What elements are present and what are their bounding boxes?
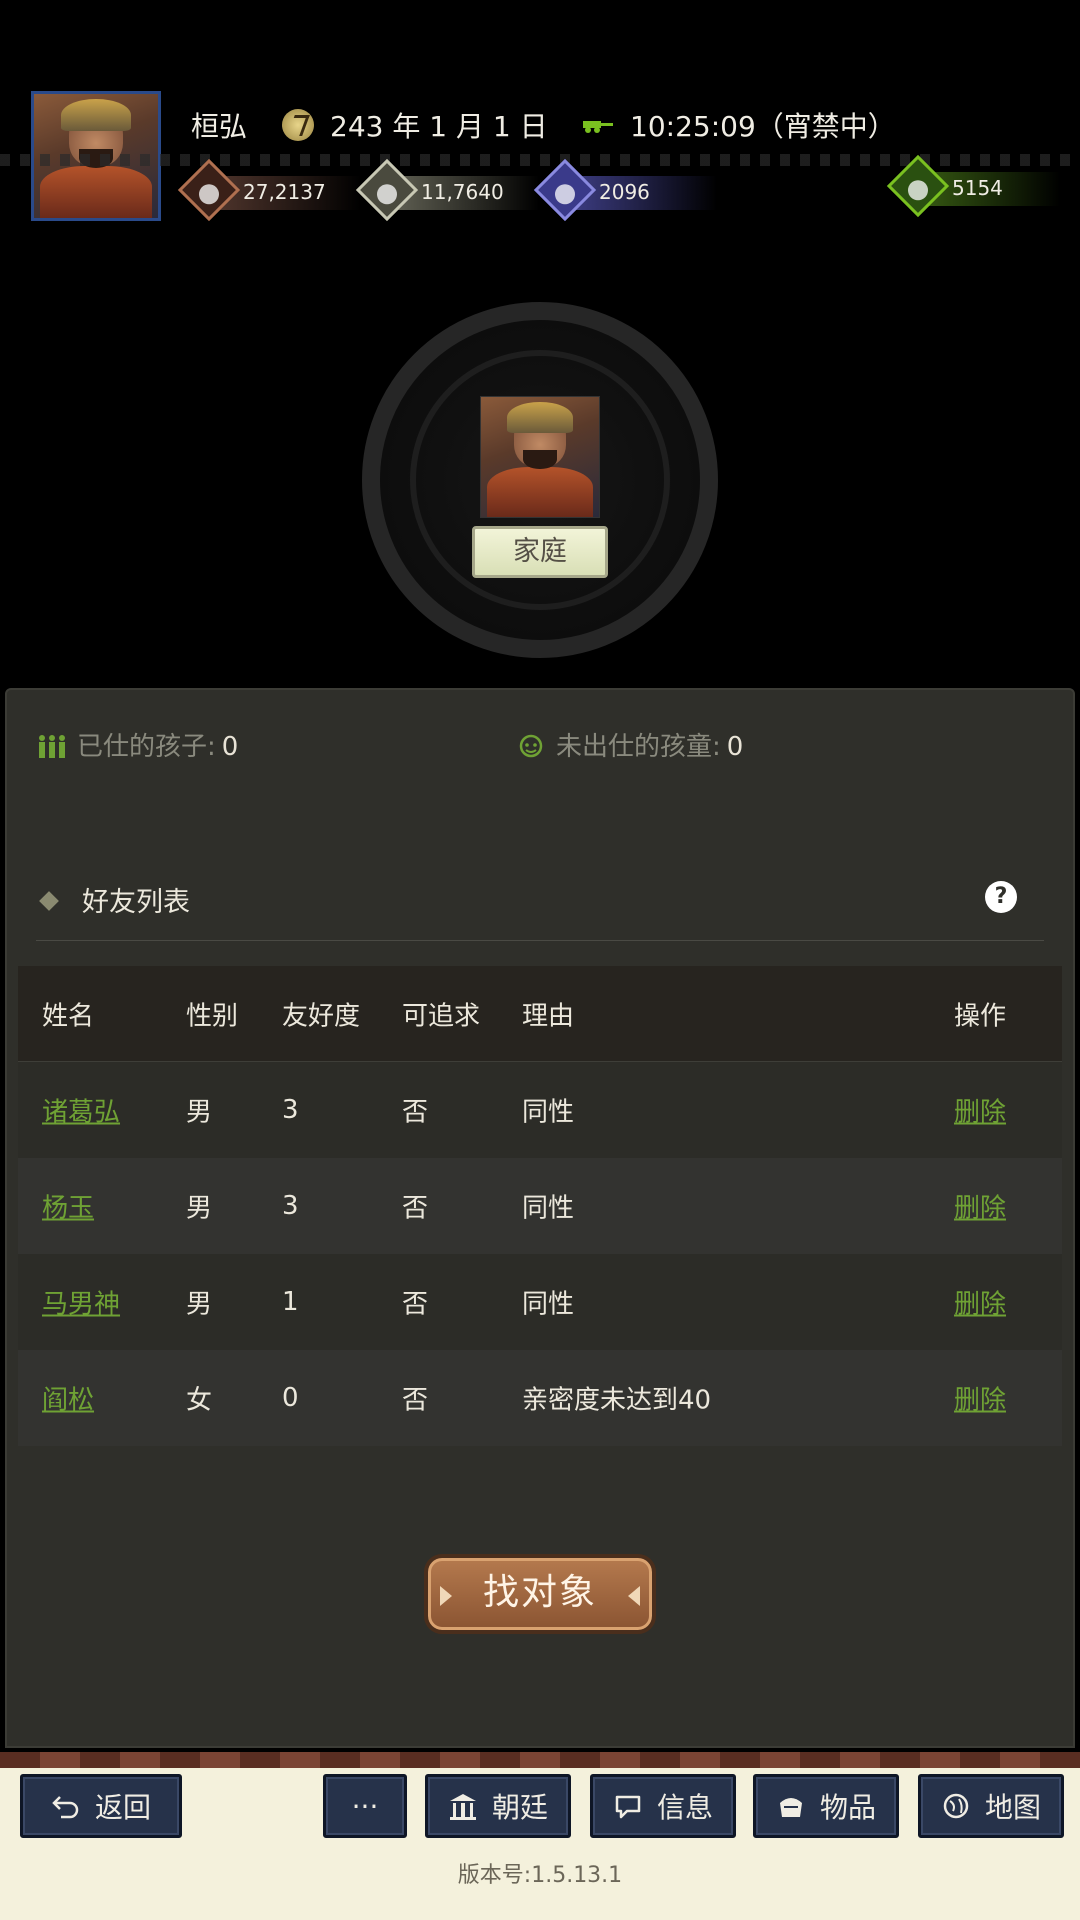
friend-sex: 女 xyxy=(186,1385,213,1416)
people-icon xyxy=(39,735,65,758)
find-partner-label: 找对象 xyxy=(482,1572,597,1613)
friend-favor: 1 xyxy=(282,1287,299,1317)
employed-children-label: 已仕的孩子: xyxy=(77,732,216,762)
chevron-right-icon xyxy=(440,1586,452,1606)
friend-pursue: 否 xyxy=(402,1193,429,1224)
friends-section-title: 好友列表 xyxy=(39,880,190,919)
back-arrow-icon xyxy=(52,1796,79,1819)
col-sex: 性别 xyxy=(186,1001,239,1031)
portrait-body xyxy=(486,466,594,517)
col-action: 操作 xyxy=(954,1001,1007,1031)
family-badge: 家庭 xyxy=(472,526,608,578)
table-header: 姓名 性别 友好度 可追求 理由 操作 xyxy=(18,966,1062,1062)
table-row: 杨玉 男 3 否 同性 删除 xyxy=(18,1158,1062,1254)
more-icon: ··· xyxy=(351,1789,379,1823)
friend-name-link[interactable]: 诸葛弘 xyxy=(42,1092,120,1129)
employed-children-value: 0 xyxy=(221,732,239,762)
player-name: 桓弘 xyxy=(191,110,248,143)
game-time: 10:25:09（宵禁中） xyxy=(630,110,896,143)
globe-icon xyxy=(943,1793,969,1819)
friend-favor: 3 xyxy=(282,1191,299,1221)
grain-icon xyxy=(355,158,419,222)
date-medal-icon xyxy=(282,109,314,141)
friend-pursue: 否 xyxy=(402,1385,429,1416)
soldier-glyph xyxy=(555,184,575,205)
delete-friend-button[interactable]: 删除 xyxy=(954,1188,1006,1225)
friends-table: 姓名 性别 友好度 可追求 理由 操作 诸葛弘 男 3 否 同性 删除 杨玉 男… xyxy=(18,966,1062,1446)
friend-name-link[interactable]: 马男神 xyxy=(42,1284,120,1321)
court-label: 朝廷 xyxy=(491,1791,548,1824)
delete-friend-button[interactable]: 删除 xyxy=(954,1092,1006,1129)
table-row: 诸葛弘 男 3 否 同性 删除 xyxy=(18,1062,1062,1158)
help-icon[interactable]: ? xyxy=(985,881,1017,913)
coins-glyph xyxy=(199,184,219,205)
back-button[interactable]: 返回 xyxy=(20,1774,182,1838)
table-body: 诸葛弘 男 3 否 同性 删除 杨玉 男 3 否 同性 删除 马男神 男 1 否… xyxy=(18,1062,1062,1446)
table-row: 阎松 女 0 否 亲密度未达到40 删除 xyxy=(18,1350,1062,1446)
top-status-bar: 桓弘 243 年 1 月 1 日 10:25:09（宵禁中） 27,2137 1… xyxy=(0,0,1080,260)
grain-glyph xyxy=(377,184,397,205)
unemployed-children-value: 0 xyxy=(726,732,744,762)
table-row: 马男神 男 1 否 同性 删除 xyxy=(18,1254,1062,1350)
map-button[interactable]: 地图 xyxy=(918,1774,1064,1838)
chat-bubble-icon xyxy=(615,1795,641,1819)
friend-favor: 3 xyxy=(282,1095,299,1125)
info-label: 信息 xyxy=(656,1791,713,1824)
friends-title-text: 好友列表 xyxy=(82,887,190,918)
portrait-helmet xyxy=(61,98,131,132)
items-label: 物品 xyxy=(819,1791,876,1824)
delete-friend-button[interactable]: 删除 xyxy=(954,1284,1006,1321)
family-head-portrait[interactable] xyxy=(480,396,600,518)
friend-pursue: 否 xyxy=(402,1097,429,1128)
portrait-helmet xyxy=(506,401,574,433)
game-date: 243 年 1 月 1 日 xyxy=(330,110,548,143)
portrait-body xyxy=(40,165,152,218)
delete-friend-button[interactable]: 删除 xyxy=(954,1380,1006,1417)
col-name: 姓名 xyxy=(42,1001,95,1031)
friend-reason: 同性 xyxy=(522,1193,575,1224)
palace-icon xyxy=(449,1794,476,1820)
friend-reason: 同性 xyxy=(522,1097,575,1128)
map-label: 地图 xyxy=(984,1791,1041,1824)
friend-sex: 男 xyxy=(186,1097,213,1128)
back-label: 返回 xyxy=(94,1791,151,1824)
court-button[interactable]: 朝廷 xyxy=(425,1774,571,1838)
col-pursue: 可追求 xyxy=(402,1001,481,1031)
section-divider xyxy=(36,940,1044,941)
friend-reason: 亲密度未达到40 xyxy=(522,1385,712,1416)
items-button[interactable]: 物品 xyxy=(753,1774,899,1838)
friend-pursue: 否 xyxy=(402,1289,429,1320)
unemployed-children-stat: 未出仕的孩童: 0 xyxy=(516,726,743,763)
bottom-bar-border xyxy=(0,1752,1080,1768)
col-favor: 友好度 xyxy=(282,1001,361,1031)
friend-name-link[interactable]: 阎松 xyxy=(42,1380,94,1417)
coins-icon xyxy=(177,158,241,222)
soldiers-value: 2096 xyxy=(599,180,650,204)
money-bag-value: 5154 xyxy=(952,176,1003,200)
coins-value: 27,2137 xyxy=(243,180,326,204)
friend-name-link[interactable]: 杨玉 xyxy=(42,1188,94,1225)
find-partner-button[interactable]: 找对象 xyxy=(424,1554,656,1634)
portrait-beard xyxy=(523,449,557,469)
money-bag-glyph xyxy=(908,180,928,201)
grain-value: 11,7640 xyxy=(421,180,504,204)
info-button[interactable]: 信息 xyxy=(590,1774,736,1838)
chevron-left-icon xyxy=(628,1586,640,1606)
version-label: 版本号:1.5.13.1 xyxy=(457,1863,623,1888)
friend-sex: 男 xyxy=(186,1289,213,1320)
more-button[interactable]: ··· xyxy=(323,1774,407,1838)
bag-icon xyxy=(779,1798,802,1817)
friend-favor: 0 xyxy=(282,1383,299,1413)
friend-reason: 同性 xyxy=(522,1289,575,1320)
unemployed-children-label: 未出仕的孩童: xyxy=(556,732,721,762)
friend-sex: 男 xyxy=(186,1193,213,1224)
carriage-icon xyxy=(583,121,613,133)
child-face-icon xyxy=(519,734,543,758)
col-reason: 理由 xyxy=(522,1001,575,1031)
diamond-bullet-icon xyxy=(39,891,59,911)
soldier-icon xyxy=(533,158,597,222)
employed-children-stat: 已仕的孩子: 0 xyxy=(37,726,238,763)
